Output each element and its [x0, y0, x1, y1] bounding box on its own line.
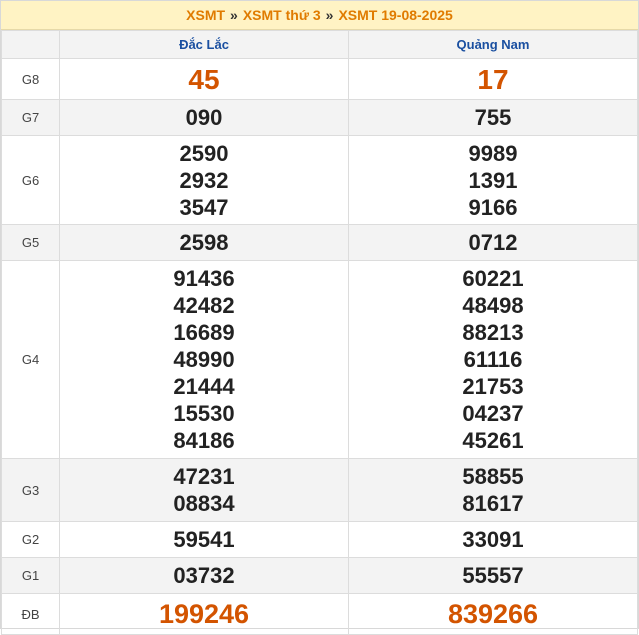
- prize-number: 48990: [173, 347, 235, 372]
- prize-number: 21444: [173, 374, 235, 399]
- prize-number: 48498: [462, 293, 524, 318]
- breadcrumb: XSMT » XSMT thứ 3 » XSMT 19-08-2025: [1, 1, 638, 30]
- prize-number: 9989: [468, 140, 518, 166]
- prize-label: ĐB: [1, 593, 60, 635]
- prize-number: 9166: [468, 194, 518, 220]
- prize-number: 08834: [173, 491, 235, 516]
- prize-label: G8: [1, 58, 60, 100]
- prize-number: 59541: [173, 527, 235, 552]
- prize-number: 755: [474, 105, 512, 130]
- breadcrumb-xsmt-date-link[interactable]: XSMT 19-08-2025: [338, 7, 452, 23]
- prize-row-đb: ĐB 199246 839266: [1, 593, 638, 635]
- prize-number: 45: [188, 63, 220, 95]
- results-table: Đắc Lắc Quảng Nam G8 45 17 G7 090 755 G6 2590 29…: [1, 30, 638, 635]
- prize-number: 58855: [462, 464, 524, 489]
- prize-number: 45261: [462, 428, 524, 453]
- prize-cell: 33091: [348, 521, 638, 558]
- prize-label: G4: [1, 260, 60, 459]
- prize-cell: 91436 42482 16689 48990 21444 15530 84186: [59, 260, 349, 459]
- prize-number: 21753: [462, 374, 524, 399]
- prize-row-g1: G1 03732 55557: [1, 557, 638, 594]
- prize-number: 88213: [462, 320, 524, 345]
- prize-label: G7: [1, 99, 60, 136]
- prize-cell: 17: [348, 58, 638, 100]
- prize-number: 04237: [462, 401, 524, 426]
- prize-number: 42482: [173, 293, 235, 318]
- prize-label: G2: [1, 521, 60, 558]
- breadcrumb-separator: »: [230, 7, 238, 23]
- prize-cell: 58855 81617: [348, 458, 638, 522]
- breadcrumb-separator: »: [325, 7, 334, 23]
- prize-number: 090: [185, 105, 223, 130]
- prize-number: 03732: [173, 563, 235, 588]
- prize-label: G1: [1, 557, 60, 594]
- prize-number: 2590: [179, 140, 229, 166]
- prize-number: 839266: [447, 598, 539, 629]
- prize-number: 17: [477, 63, 509, 95]
- prize-number: 60221: [462, 266, 524, 291]
- prize-cell: 60221 48498 88213 61116 21753 04237 45261: [348, 260, 638, 459]
- prize-label: G5: [1, 224, 60, 261]
- prize-number: 199246: [158, 598, 250, 629]
- prize-number: 55557: [462, 563, 524, 588]
- prize-number: 84186: [173, 428, 235, 453]
- prize-number: 1391: [468, 167, 518, 193]
- prize-number: 33091: [462, 527, 524, 552]
- prize-cell: 03732: [59, 557, 349, 594]
- prize-row-g2: G2 59541 33091: [1, 521, 638, 558]
- corner-cell: [1, 30, 60, 59]
- prize-row-g5: G5 2598 0712: [1, 224, 638, 261]
- prize-number: 2598: [179, 230, 229, 255]
- province-name[interactable]: Đắc Lắc: [59, 30, 349, 59]
- prize-row-g6: G6 2590 2932 3547 9989 1391 9166: [1, 135, 638, 225]
- province-name[interactable]: Quảng Nam: [348, 30, 638, 59]
- prize-cell: 0712: [348, 224, 638, 261]
- prize-cell: 59541: [59, 521, 349, 558]
- prize-number: 0712: [468, 230, 518, 255]
- prize-number: 47231: [173, 464, 235, 489]
- results-panel: XSMT » XSMT thứ 3 » XSMT 19-08-2025 Đắc …: [0, 0, 639, 635]
- prize-cell: 839266: [348, 593, 638, 635]
- prize-row-g7: G7 090 755: [1, 99, 638, 136]
- prize-cell: 9989 1391 9166: [348, 135, 638, 225]
- prize-cell: 47231 08834: [59, 458, 349, 522]
- prize-cell: 55557: [348, 557, 638, 594]
- prize-row-g4: G4 91436 42482 16689 48990 21444 15530 84186 602…: [1, 260, 638, 459]
- prize-cell: 090: [59, 99, 349, 136]
- prize-label: G3: [1, 458, 60, 522]
- prize-row-g8: G8 45 17: [1, 58, 638, 100]
- prize-label: G6: [1, 135, 60, 225]
- prize-cell: 2598: [59, 224, 349, 261]
- prize-cell: 755: [348, 99, 638, 136]
- prize-number: 2932: [179, 167, 229, 193]
- prize-row-g3: G3 47231 08834 58855 81617: [1, 458, 638, 522]
- breadcrumb-xsmt-link[interactable]: XSMT: [186, 7, 225, 23]
- province-header-row: Đắc Lắc Quảng Nam: [1, 30, 638, 59]
- prize-number: 61116: [463, 347, 523, 372]
- breadcrumb-xsmt-weekday-link[interactable]: XSMT thứ 3: [243, 7, 321, 23]
- prize-number: 3547: [179, 194, 229, 220]
- prize-cell: 2590 2932 3547: [59, 135, 349, 225]
- prize-number: 91436: [173, 266, 235, 291]
- prize-number: 15530: [173, 401, 235, 426]
- prize-number: 16689: [173, 320, 235, 345]
- prize-number: 81617: [462, 491, 524, 516]
- prize-cell: 199246: [59, 593, 349, 635]
- prize-cell: 45: [59, 58, 349, 100]
